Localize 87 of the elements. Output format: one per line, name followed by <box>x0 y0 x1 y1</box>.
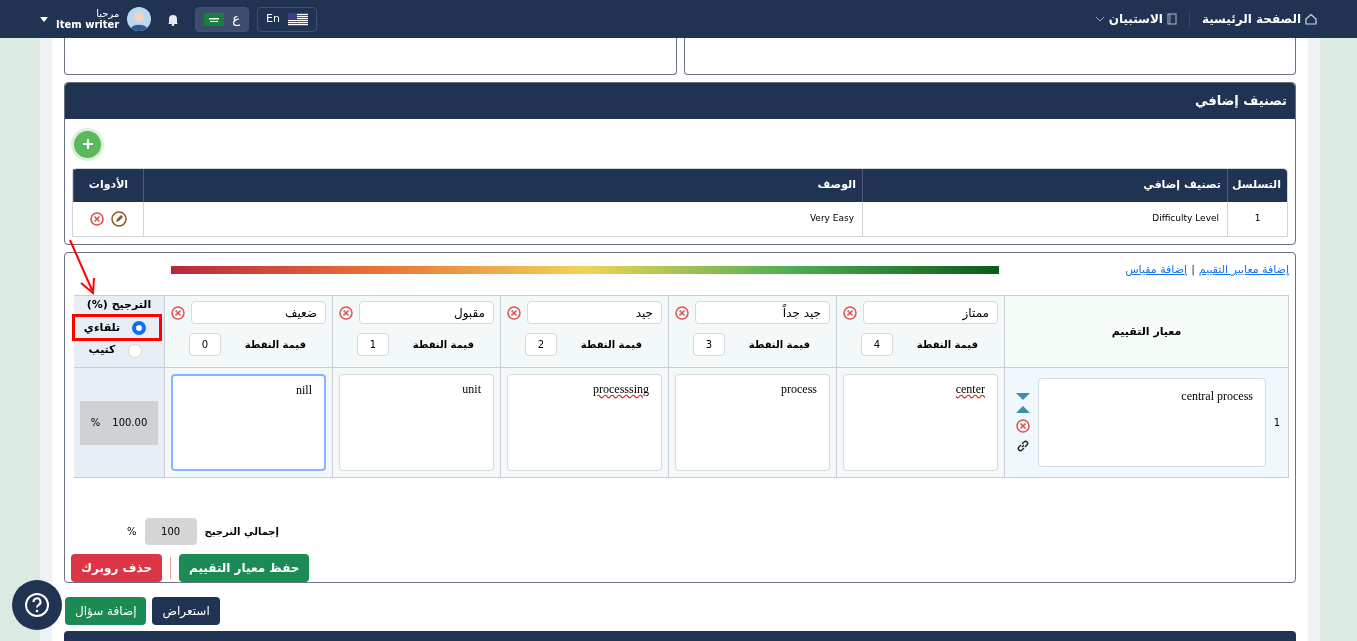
save-button[interactable]: حفظ معيار التقييم <box>179 554 310 583</box>
level-name-field[interactable]: مقبول <box>359 301 494 325</box>
edit-button[interactable] <box>111 210 127 227</box>
card-header: تصنيف إضافي <box>65 82 1295 119</box>
link-button[interactable] <box>1016 438 1030 453</box>
remove-level-button[interactable] <box>675 305 689 320</box>
total-weight-field: 100 <box>144 518 197 546</box>
saudi-flag-icon <box>204 12 225 26</box>
remove-level-button[interactable] <box>843 305 857 320</box>
column-header: معيار التقييم <box>1004 296 1288 368</box>
link-icon <box>1016 438 1030 453</box>
close-icon <box>89 210 105 227</box>
language-button[interactable]: En <box>257 6 317 32</box>
points-field[interactable]: 3 <box>692 333 725 357</box>
plus-icon <box>81 138 94 151</box>
points-label: قيمة النقطة <box>748 338 810 353</box>
description-field[interactable]: processsing <box>507 374 662 472</box>
help-icon <box>24 592 50 618</box>
criterion-field[interactable]: central process <box>1038 378 1266 468</box>
language-button[interactable]: ع <box>195 6 250 32</box>
description-field[interactable]: process <box>675 374 830 472</box>
points-label: قيمة النقطة <box>580 338 642 353</box>
radio-button[interactable] <box>132 321 147 336</box>
level-name-field[interactable]: ممتاز <box>863 301 998 325</box>
points-label: قيمة النقطة <box>244 338 306 353</box>
table-cell: Difficulty Level <box>862 201 1227 236</box>
annotation-arrow <box>67 238 97 296</box>
link-separator: | <box>1191 262 1195 279</box>
add-button[interactable] <box>74 130 101 158</box>
points-label: قيمة النقطة <box>916 338 978 353</box>
column-header: تصنيف إضافي <box>862 168 1227 202</box>
close-icon <box>675 305 689 320</box>
us-flag-icon <box>287 12 308 26</box>
add-link[interactable]: إضافة معايير التقييم <box>1198 262 1289 279</box>
points-field[interactable]: 0 <box>188 333 221 357</box>
level-name-field[interactable]: جيد <box>527 301 662 325</box>
column-header: الترجيح (%) <box>86 297 152 314</box>
column-header: التسلسل <box>1227 168 1287 202</box>
column-header: الأدوات <box>73 168 143 202</box>
caret-icon <box>40 16 48 22</box>
triangle-up-icon <box>1016 405 1030 413</box>
total-weight-label: إجمالي الترجيح <box>204 525 279 540</box>
user-name[interactable]: Item writer <box>56 19 120 30</box>
home-icon <box>1305 13 1317 25</box>
remove-row-button[interactable] <box>1016 418 1030 433</box>
points-field[interactable]: 1 <box>356 333 389 357</box>
points-field[interactable]: 2 <box>524 333 557 357</box>
weight-field: 100.00 % <box>80 400 158 445</box>
move-up-button[interactable] <box>1016 405 1030 413</box>
description-field[interactable]: unit <box>339 374 494 472</box>
help-button[interactable] <box>12 580 62 630</box>
close-icon <box>339 305 353 320</box>
greeting-text: مرحبا <box>96 8 120 19</box>
delete-button[interactable]: حذف روبرك <box>71 554 163 583</box>
survey-menu[interactable]: الاستبيان <box>1094 10 1177 28</box>
close-icon <box>1016 418 1030 433</box>
description-field[interactable]: center <box>843 374 998 472</box>
column-header: الوصف <box>143 168 862 202</box>
table-cell: 1 <box>1227 201 1287 236</box>
move-down-button[interactable] <box>1016 392 1030 400</box>
remove-level-button[interactable] <box>339 305 353 320</box>
add-question-button[interactable]: إضافة سؤال <box>65 597 147 626</box>
home-link[interactable]: الصفحة الرئيسية <box>1188 10 1317 28</box>
delete-button[interactable] <box>89 210 105 227</box>
points-label: قيمة النقطة <box>412 338 474 353</box>
radio-label: تلقاءي <box>83 319 121 336</box>
radio-label: كتيب <box>88 342 116 359</box>
preview-button[interactable]: استعراض <box>152 597 220 626</box>
triangle-down-icon <box>1016 392 1030 400</box>
row-number: 1 <box>1266 368 1288 478</box>
pencil-icon <box>111 210 127 227</box>
level-name-field[interactable]: ضعيف <box>191 301 326 325</box>
remove-level-button[interactable] <box>507 305 521 320</box>
chevron-down-icon <box>1094 16 1105 22</box>
avatar-icon <box>127 7 152 31</box>
close-icon <box>507 305 521 320</box>
bell-icon <box>167 12 180 26</box>
points-field[interactable]: 4 <box>860 333 893 357</box>
table-cell: Very Easy <box>143 201 862 236</box>
remove-level-button[interactable] <box>171 305 185 320</box>
description-field[interactable]: nill <box>171 374 326 472</box>
add-link[interactable]: إضافة مقياس <box>1125 262 1188 279</box>
close-icon <box>171 305 185 320</box>
level-name-field[interactable]: جيد جداً <box>695 301 830 325</box>
percent-sign: % <box>127 525 137 540</box>
book-icon <box>1166 13 1177 25</box>
close-icon <box>843 305 857 320</box>
